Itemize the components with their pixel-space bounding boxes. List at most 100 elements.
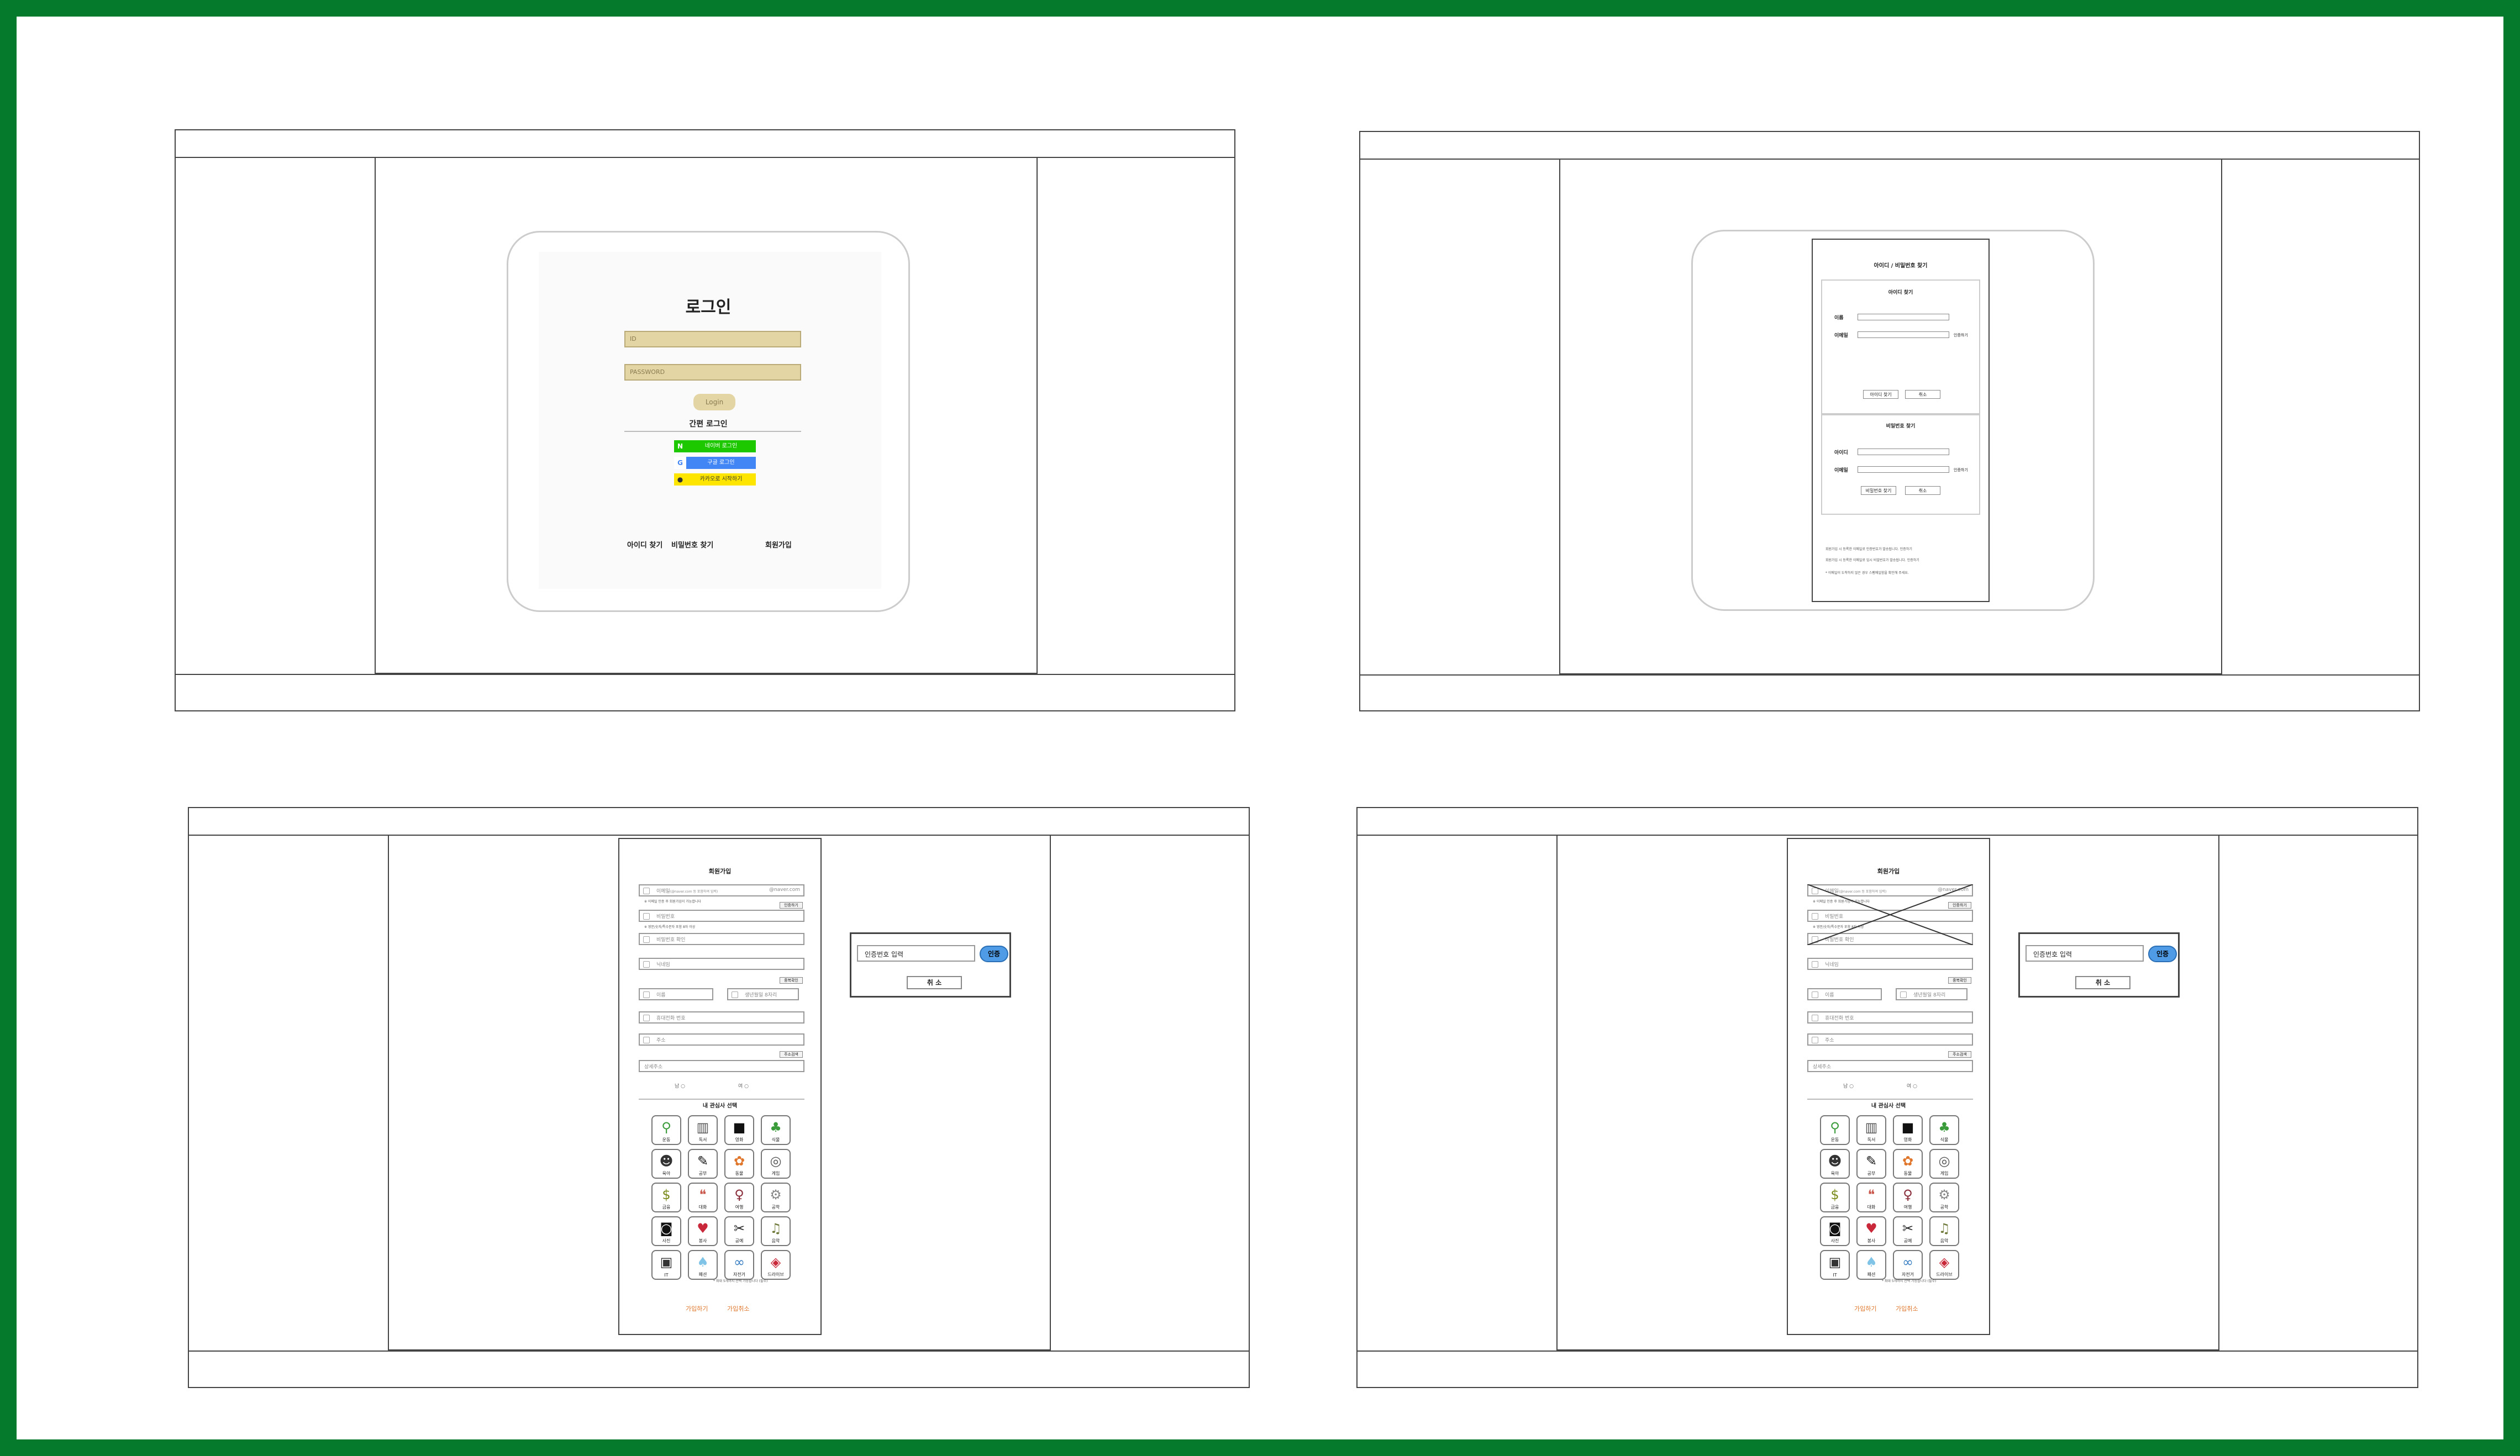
interest-tile[interactable]: ♫ 음악 [761, 1216, 791, 1246]
interest-tile[interactable]: ✎ 공부 [1856, 1149, 1886, 1179]
find-pw-cancel-button[interactable]: 취소 [1905, 486, 1940, 495]
interest-tile[interactable]: ♫ 음악 [1929, 1216, 1959, 1246]
find-id-title: 아이디 찾기 [1888, 290, 1913, 296]
email-input[interactable] [1858, 331, 1949, 338]
find-pw-button[interactable]: 비밀번호 찾기 [1861, 486, 1896, 495]
interest-tile[interactable]: ✂ 공예 [724, 1216, 754, 1246]
interest-tile[interactable]: ♠ 패션 [688, 1250, 718, 1280]
address-input[interactable]: 주소 [639, 1033, 804, 1046]
interest-tile[interactable]: ⚲ 운동 [1820, 1115, 1850, 1145]
interest-tile[interactable]: ☻ 육아 [1820, 1149, 1850, 1179]
password-confirm-input[interactable]: 비밀번호 확인 [639, 933, 804, 945]
interest-tile[interactable]: ▥ 독서 [1856, 1115, 1886, 1145]
login-button[interactable]: Login [693, 394, 735, 410]
gender-male-radio[interactable]: 남 ○ [675, 1082, 685, 1089]
signup-link[interactable]: 회원가입 [765, 539, 792, 550]
name-input[interactable] [1858, 314, 1949, 320]
address-input[interactable]: 주소 [1807, 1033, 1973, 1046]
interest-tile[interactable]: ▣ IT [651, 1250, 681, 1280]
interest-label: IT [664, 1273, 669, 1278]
find-id-button[interactable]: 아이디 찾기 [1863, 390, 1898, 399]
interest-tile[interactable]: ✎ 공부 [688, 1149, 718, 1179]
verify-button[interactable]: 인증하기 [1954, 467, 1968, 473]
cert-submit-button[interactable]: 인증 [980, 946, 1008, 962]
interest-tile[interactable]: $ 금융 [1820, 1183, 1850, 1212]
google-login-button[interactable]: G 구글 로그인 [674, 457, 756, 469]
phone-input[interactable]: 휴대전화 번호 [1807, 1011, 1973, 1024]
interest-tile[interactable]: ♥ 봉사 [1856, 1216, 1886, 1246]
interest-tile[interactable]: ♣ 식물 [1929, 1115, 1959, 1145]
interest-tile[interactable]: ♠ 패션 [1856, 1250, 1886, 1280]
email-verify-button[interactable]: 인증하기 [780, 902, 803, 909]
birth-input[interactable]: 생년월일 8자리 [1896, 988, 1967, 1000]
gender-female-radio[interactable]: 여 ○ [1907, 1082, 1917, 1089]
email-input[interactable]: 이메일(@naver.com 등 포함하여 입력) @naver.com [639, 884, 804, 896]
cert-code-input[interactable]: 인증번호 입력 [857, 945, 975, 962]
interest-tile[interactable]: ▣ IT [1820, 1250, 1850, 1280]
join-cancel-button[interactable]: 가입취소 [1896, 1304, 1918, 1313]
signup-screen: 회원가입 이메일(@naver.com 등 포함하여 입력) @naver.com… [188, 807, 1250, 1388]
find-id-link[interactable]: 아이디 찾기 [627, 539, 662, 550]
interest-tile[interactable]: ❝ 대화 [1856, 1183, 1886, 1212]
detail-address-input[interactable]: 상세주소 [639, 1060, 804, 1072]
verify-button[interactable]: 인증하기 [1954, 333, 1968, 338]
interest-tile[interactable]: ◈ 드라이브 [1929, 1250, 1959, 1280]
interest-tile[interactable]: ✿ 동물 [1893, 1149, 1923, 1179]
join-button[interactable]: 가입하기 [1854, 1304, 1876, 1313]
id-input[interactable] [1858, 449, 1949, 455]
interest-tile[interactable]: $ 금융 [651, 1183, 681, 1212]
address-search-button[interactable]: 주소검색 [780, 1051, 803, 1058]
cert-submit-button[interactable]: 인증 [2148, 946, 2177, 962]
interest-tile[interactable]: ◙ 사진 [651, 1216, 681, 1246]
interest-label: 금융 [1830, 1205, 1839, 1210]
nickname-duplicate-button[interactable]: 중복확인 [1948, 977, 1971, 984]
interest-tile[interactable]: ◎ 게임 [1929, 1149, 1959, 1179]
address-search-button[interactable]: 주소검색 [1948, 1051, 1971, 1058]
name-input[interactable]: 이름 [639, 988, 713, 1000]
phone-input[interactable]: 휴대전화 번호 [639, 1011, 804, 1024]
id-input[interactable]: ID [624, 331, 801, 347]
interest-tile[interactable]: ⚙ 공학 [1929, 1183, 1959, 1212]
interest-tile[interactable]: ♀ 여행 [724, 1183, 754, 1212]
interest-tile[interactable]: ■ 영화 [724, 1115, 754, 1145]
gender-female-radio[interactable]: 여 ○ [738, 1082, 749, 1089]
name-input[interactable]: 이름 [1807, 988, 1882, 1000]
join-button[interactable]: 가입하기 [686, 1304, 708, 1313]
interests-note: * 최대 5개까지 선택 가능합니다 (필수) [1882, 1279, 1937, 1283]
interest-tile[interactable]: ▥ 독서 [688, 1115, 718, 1145]
cert-cancel-button[interactable]: 취 소 [2075, 976, 2130, 989]
interest-tile[interactable]: ♀ 여행 [1893, 1183, 1923, 1212]
password-input[interactable]: 비밀번호 [639, 910, 804, 922]
cert-cancel-button[interactable]: 취 소 [907, 976, 962, 989]
birth-placeholder: 생년월일 8자리 [1913, 993, 1946, 998]
password-input[interactable]: PASSWORD [624, 364, 801, 381]
birth-input[interactable]: 생년월일 8자리 [727, 988, 799, 1000]
nickname-input[interactable]: 닉네임 [1807, 958, 1973, 970]
interest-tile[interactable]: ⚙ 공학 [761, 1183, 791, 1212]
interest-tile[interactable]: ∞ 자전거 [724, 1250, 754, 1280]
interest-tile[interactable]: ♣ 식물 [761, 1115, 791, 1145]
interest-tile[interactable]: ♥ 봉사 [688, 1216, 718, 1246]
interest-tile[interactable]: ■ 영화 [1893, 1115, 1923, 1145]
interest-tile[interactable]: ◈ 드라이브 [761, 1250, 791, 1280]
interest-tile[interactable]: ✂ 공예 [1893, 1216, 1923, 1246]
interest-tile[interactable]: ✿ 동물 [724, 1149, 754, 1179]
interest-tile[interactable]: ☻ 육아 [651, 1149, 681, 1179]
naver-login-button[interactable]: N 네이버 로그인 [674, 440, 756, 452]
nickname-duplicate-button[interactable]: 중복확인 [780, 977, 803, 984]
find-id-cancel-button[interactable]: 취소 [1905, 390, 1940, 399]
travel-icon: ♀ [734, 1187, 744, 1202]
kakao-login-button[interactable]: ● 카카오로 시작하기 [674, 473, 756, 486]
interest-tile[interactable]: ◎ 게임 [761, 1149, 791, 1179]
interest-tile[interactable]: ◙ 사진 [1820, 1216, 1850, 1246]
interest-tile[interactable]: ⚲ 운동 [651, 1115, 681, 1145]
gender-male-radio[interactable]: 남 ○ [1843, 1082, 1854, 1089]
cert-code-input[interactable]: 인증번호 입력 [2026, 945, 2144, 962]
interest-tile[interactable]: ∞ 자전거 [1893, 1250, 1923, 1280]
detail-address-input[interactable]: 상세주소 [1807, 1060, 1973, 1072]
nickname-input[interactable]: 닉네임 [639, 958, 804, 970]
join-cancel-button[interactable]: 가입취소 [727, 1304, 749, 1313]
email-input[interactable] [1858, 466, 1949, 473]
interest-tile[interactable]: ❝ 대화 [688, 1183, 718, 1212]
find-password-link[interactable]: 비밀번호 찾기 [671, 539, 713, 550]
